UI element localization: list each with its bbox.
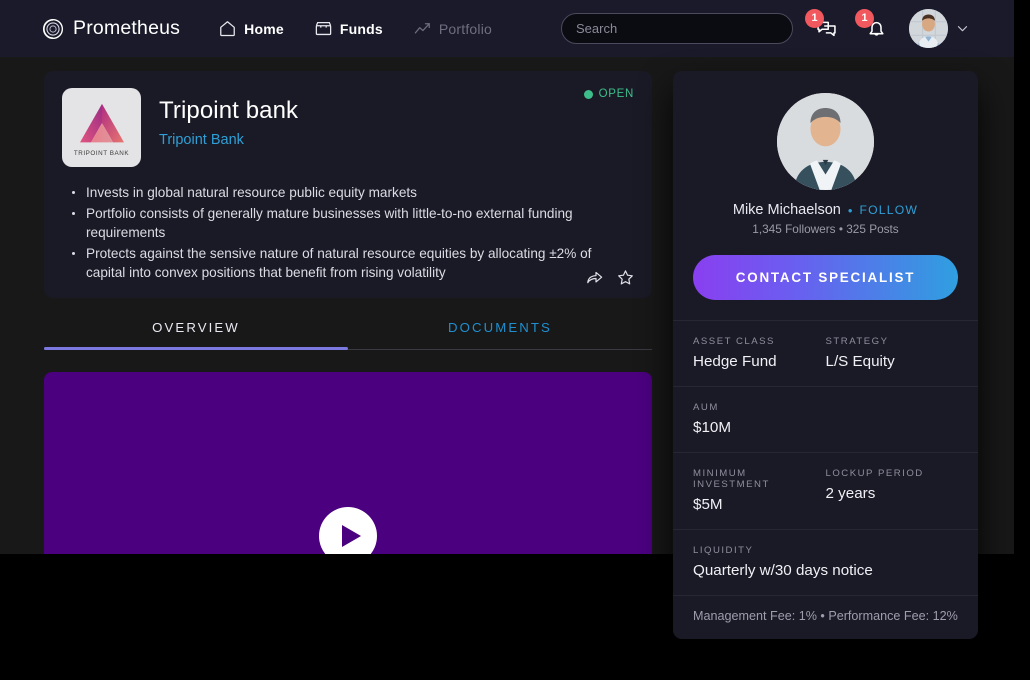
fees-note: Management Fee: 1% • Performance Fee: 12… — [673, 595, 978, 639]
list-item: Protects against the sensive nature of n… — [70, 244, 634, 283]
spec-value: L/S Equity — [825, 353, 895, 370]
fund-logo-text: TRIPOINT BANK — [73, 150, 130, 157]
store-icon — [314, 19, 333, 38]
fund-specs: ASSET CLASS Hedge Fund STRATEGY L/S Equi… — [673, 320, 978, 639]
fund-summary-card: OPEN TRIPOINT BANK Tripoint bank Tripoin… — [44, 71, 652, 298]
fund-logo: TRIPOINT BANK — [62, 88, 141, 167]
notifications-badge: 1 — [855, 8, 874, 28]
contact-specialist-button[interactable]: CONTACT SPECIALIST — [693, 255, 958, 300]
star-icon[interactable] — [616, 268, 635, 287]
specialist-stats: 1,345 Followers • 325 Posts — [752, 222, 899, 236]
share-icon[interactable] — [585, 268, 604, 287]
header-actions: 1 1 — [561, 8, 970, 48]
nav-label-portfolio: Portfolio — [438, 20, 493, 37]
nav-item-portfolio[interactable]: Portfolio — [413, 19, 492, 38]
spec-label: LOCKUP PERIOD — [825, 468, 924, 479]
specialist-name: Mike Michaelson — [732, 202, 841, 218]
spec-aum: AUM $10M — [693, 402, 958, 436]
chevron-down-icon — [955, 21, 970, 36]
spec-label: LIQUIDITY — [693, 545, 754, 556]
spec-row: MINIMUM INVESTMENT $5M LOCKUP PERIOD 2 y… — [673, 452, 978, 529]
specialist-sidebar: Mike Michaelson • FOLLOW 1,345 Followers… — [673, 71, 978, 639]
fund-title-block: Tripoint bank Tripoint Bank — [159, 88, 298, 167]
messages-button[interactable]: 1 — [805, 8, 843, 46]
prometheus-spiral-icon — [42, 18, 64, 40]
card-actions — [585, 268, 635, 287]
top-navbar: Prometheus Home Funds Portfolio Search 1… — [0, 0, 1014, 57]
home-icon — [218, 19, 237, 38]
page-title: Tripoint bank — [159, 97, 299, 124]
spec-liquidity: LIQUIDITY Quarterly w/30 days notice — [693, 545, 958, 579]
spec-row: LIQUIDITY Quarterly w/30 days notice — [673, 529, 978, 595]
specialist-profile: Mike Michaelson • FOLLOW 1,345 Followers… — [673, 71, 978, 320]
tab-documents[interactable]: DOCUMENTS — [348, 320, 652, 350]
follow-button[interactable]: FOLLOW — [859, 203, 918, 217]
name-separator-dot: • — [847, 202, 853, 218]
tab-overview[interactable]: OVERVIEW — [44, 320, 348, 350]
spec-label: MINIMUM INVESTMENT — [693, 468, 770, 490]
play-icon — [341, 524, 361, 547]
chart-line-icon — [413, 19, 432, 38]
spec-label: STRATEGY — [825, 336, 889, 347]
search-box[interactable] — [561, 13, 793, 44]
status-dot-icon — [583, 89, 593, 99]
spec-label: AUM — [693, 402, 719, 413]
spec-row: ASSET CLASS Hedge Fund STRATEGY L/S Equi… — [673, 320, 978, 386]
spec-value: $5M — [693, 496, 723, 513]
spec-strategy: STRATEGY L/S Equity — [826, 336, 959, 370]
fund-video-player[interactable] — [44, 371, 652, 554]
main-column: OPEN TRIPOINT BANK Tripoint bank Tripoin… — [44, 71, 652, 554]
notifications-button[interactable]: 1 — [855, 8, 893, 46]
fund-header: TRIPOINT BANK Tripoint bank Tripoint Ban… — [62, 88, 634, 167]
spec-value: $10M — [693, 419, 731, 436]
brand-logo[interactable]: Prometheus — [42, 17, 180, 40]
fund-manager-link[interactable]: Tripoint Bank — [159, 132, 298, 148]
nav-label-funds: Funds — [339, 20, 383, 37]
status-label: OPEN — [598, 88, 634, 100]
tab-active-indicator — [44, 347, 348, 350]
specialist-name-row: Mike Michaelson • FOLLOW — [693, 202, 958, 218]
list-item: Invests in global natural resource publi… — [70, 183, 634, 203]
tripoint-triangle-icon — [79, 103, 124, 143]
spec-value: Hedge Fund — [693, 353, 777, 370]
tab-bar: OVERVIEW DOCUMENTS — [44, 320, 652, 350]
specialist-avatar — [777, 93, 874, 190]
search-input[interactable] — [576, 21, 778, 36]
messages-badge: 1 — [805, 8, 824, 28]
spec-value: 2 years — [825, 485, 876, 502]
spec-label: ASSET CLASS — [693, 336, 775, 347]
status-badge: OPEN — [583, 88, 634, 100]
nav-item-funds[interactable]: Funds — [314, 19, 383, 38]
account-menu[interactable] — [909, 9, 970, 48]
main-nav: Home Funds Portfolio — [218, 19, 492, 38]
nav-item-home[interactable]: Home — [218, 19, 284, 38]
spec-asset-class: ASSET CLASS Hedge Fund — [693, 336, 826, 370]
spec-value: Quarterly w/30 days notice — [693, 562, 873, 579]
spec-row: AUM $10M — [673, 386, 978, 452]
play-button[interactable] — [319, 506, 377, 554]
nav-label-home: Home — [244, 20, 284, 37]
brand-name: Prometheus — [73, 17, 181, 39]
screen: Prometheus Home Funds Portfolio Search 1… — [0, 0, 1030, 680]
spec-minimum-investment: MINIMUM INVESTMENT $5M — [693, 468, 826, 513]
list-item: Portfolio consists of generally mature b… — [70, 204, 634, 243]
spec-lockup-period: LOCKUP PERIOD 2 years — [826, 468, 959, 513]
avatar — [909, 9, 948, 48]
fund-highlights: Invests in global natural resource publi… — [70, 183, 634, 283]
